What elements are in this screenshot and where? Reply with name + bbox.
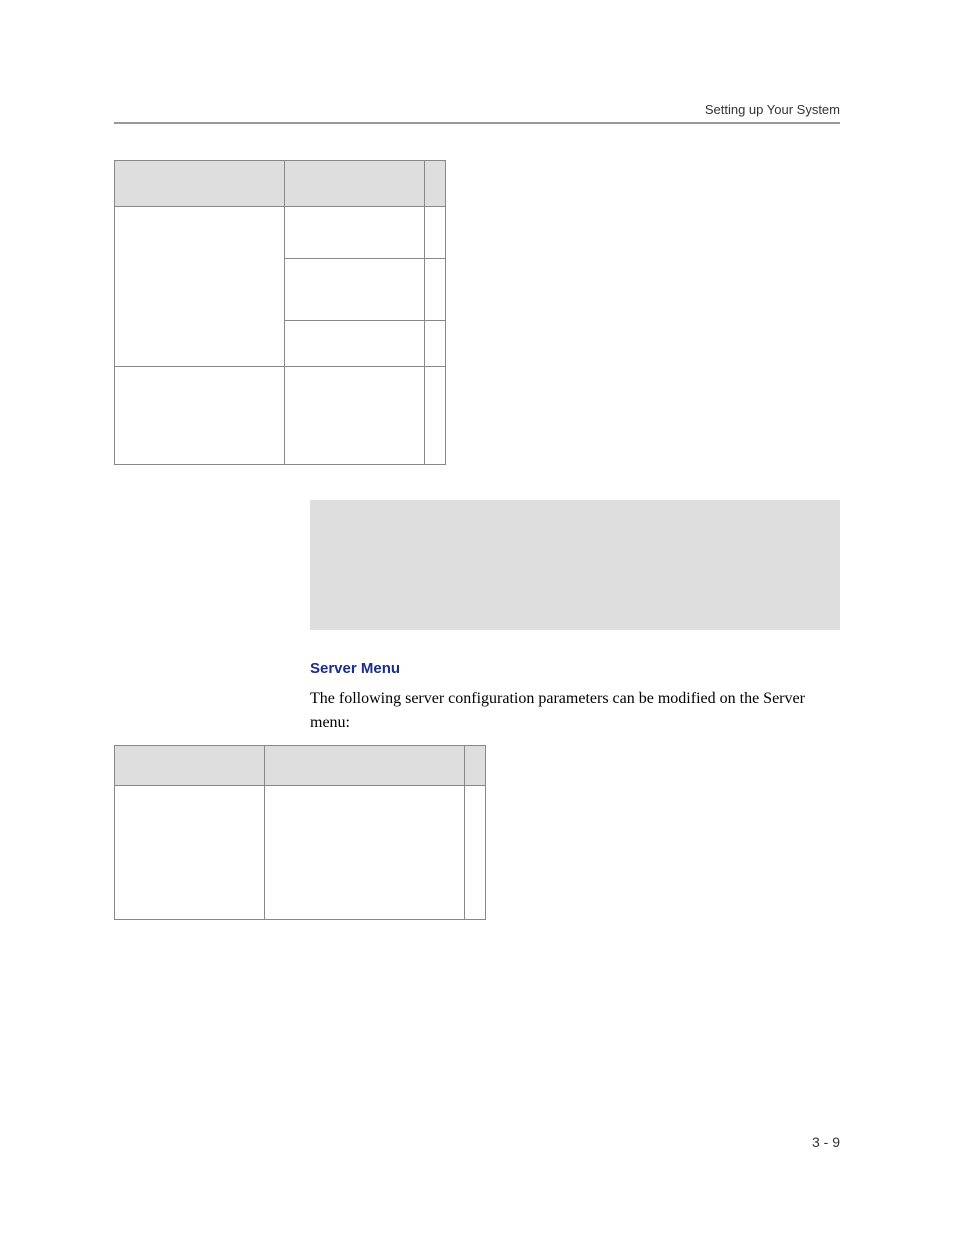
header-section-title: Setting up Your System <box>705 102 840 117</box>
table2-cell <box>265 786 465 920</box>
table1-header-1 <box>115 161 285 207</box>
table1-header-2 <box>285 161 425 207</box>
table1-cell <box>285 367 425 465</box>
config-table-2 <box>114 745 486 920</box>
table2-header-3 <box>465 746 486 786</box>
table2-header-2 <box>265 746 465 786</box>
header-divider <box>114 122 840 124</box>
table1-cell <box>285 259 425 321</box>
table1-cell <box>115 367 285 465</box>
config-table-1 <box>114 160 446 465</box>
table1-cell <box>425 321 446 367</box>
table1-cell <box>425 207 446 259</box>
server-menu-heading: Server Menu <box>310 660 400 677</box>
page-number: 3 - 9 <box>812 1134 840 1150</box>
table1-cell <box>425 259 446 321</box>
server-menu-paragraph: The following server configuration param… <box>310 687 840 735</box>
table2-header-1 <box>115 746 265 786</box>
table1-header-3 <box>425 161 446 207</box>
table2-cell <box>115 786 265 920</box>
table1-cell <box>285 207 425 259</box>
caution-note-box <box>310 500 840 630</box>
table1-cell <box>115 207 285 367</box>
table1-cell <box>285 321 425 367</box>
table2-cell <box>465 786 486 920</box>
table1-cell <box>425 367 446 465</box>
